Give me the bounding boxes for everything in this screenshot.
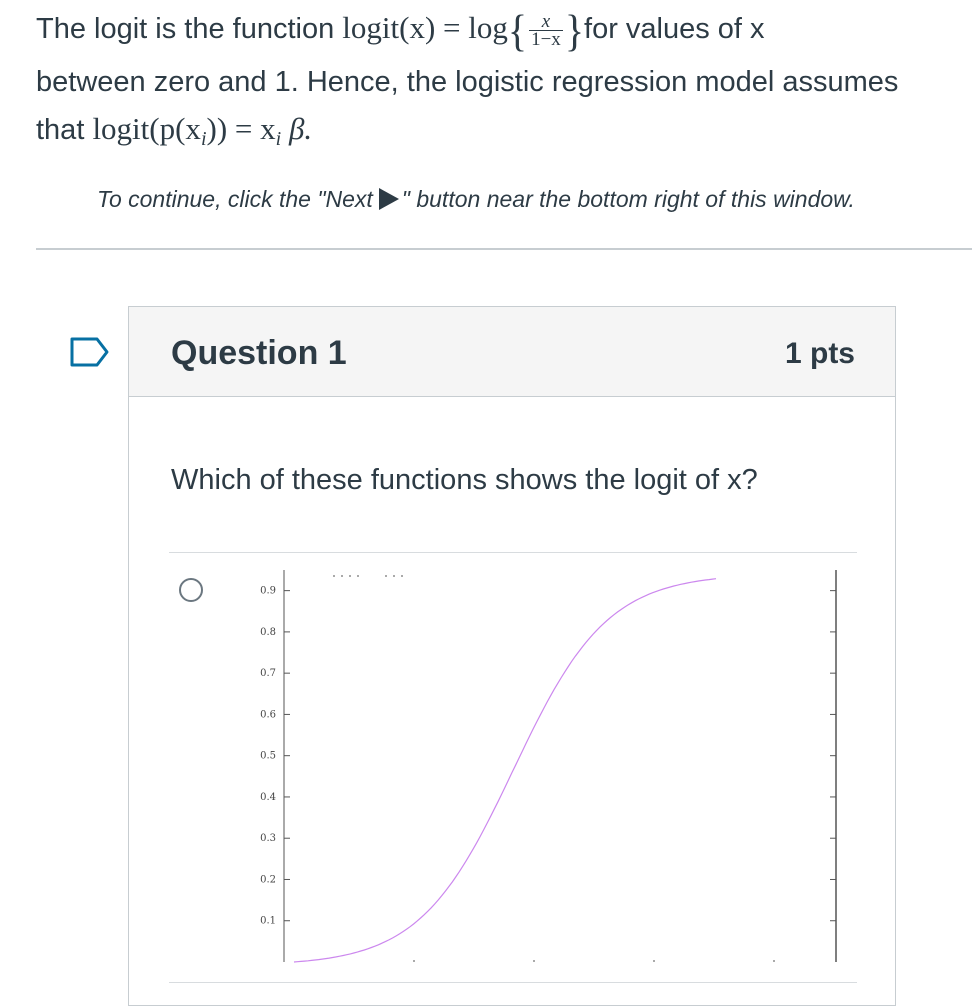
continue-text-after: " button near the bottom right of this w… [401,186,855,212]
section-divider [36,248,972,250]
logit-curve [293,578,717,963]
y-tick-label: 0.5 [260,751,276,762]
y-tick-label: 0.4 [260,792,276,803]
fraction-numerator: x [541,11,551,33]
subscript-i-2: i [275,128,282,150]
question-points: 1 pts [784,337,855,370]
intro-line-3: that logit(p(xi)) = xi β. [36,101,312,167]
y-tick-label: 0.3 [260,833,276,844]
intro-line-1: The logit is the function logit(x) = log… [36,0,765,59]
question-header: Question 1 1 pts [129,307,895,397]
continue-text-before: To continue, click the "Next [97,186,373,212]
y-tick-label: 0.9 [260,586,276,597]
fraction: x 1−x [529,11,563,51]
y-tick-label: 0.1 [260,916,276,927]
radio-icon[interactable] [179,578,203,602]
y-tick-label: 0.2 [260,874,276,885]
answer-divider-top [169,552,857,553]
left-brace: { [507,5,528,56]
y-tick-label: 0.6 [260,709,276,720]
answer-chart[interactable]: 0.9 0.8 0.7 0.6 0.5 0.4 0.3 0.2 0.1 [214,562,854,972]
intro-line3-prefix: that [36,114,93,146]
question-card: Question 1 1 pts Which of these function… [128,306,896,1006]
fraction-denominator: 1−x [529,29,563,51]
model-formula-beta: β. [288,111,313,146]
logit-formula-text: logit(x) = log [342,10,508,45]
right-brace: } [564,5,585,56]
answer-divider-bottom [169,982,857,983]
next-arrow-icon [378,188,399,210]
model-formula-part2: )) = x [206,111,276,146]
intro-line1-prefix: The logit is the function [36,13,343,45]
y-tick-label: 0.7 [260,668,276,679]
y-tick-label: 0.8 [260,627,276,638]
flag-icon[interactable] [70,336,110,368]
intro-line1-suffix: for values of x [584,13,765,45]
logit-formula: logit(x) = log{x 1−x} [342,6,584,56]
question-prompt: Which of these functions shows the logit… [171,464,758,496]
continue-instruction: To continue, click the "Next " button nea… [97,186,855,213]
model-formula: logit(p(xi)) = xi β. [92,111,313,150]
model-formula-part1: logit(p(x [92,111,201,146]
question-title: Question 1 [171,334,347,372]
chart-svg: 0.9 0.8 0.7 0.6 0.5 0.4 0.3 0.2 0.1 [260,570,837,963]
